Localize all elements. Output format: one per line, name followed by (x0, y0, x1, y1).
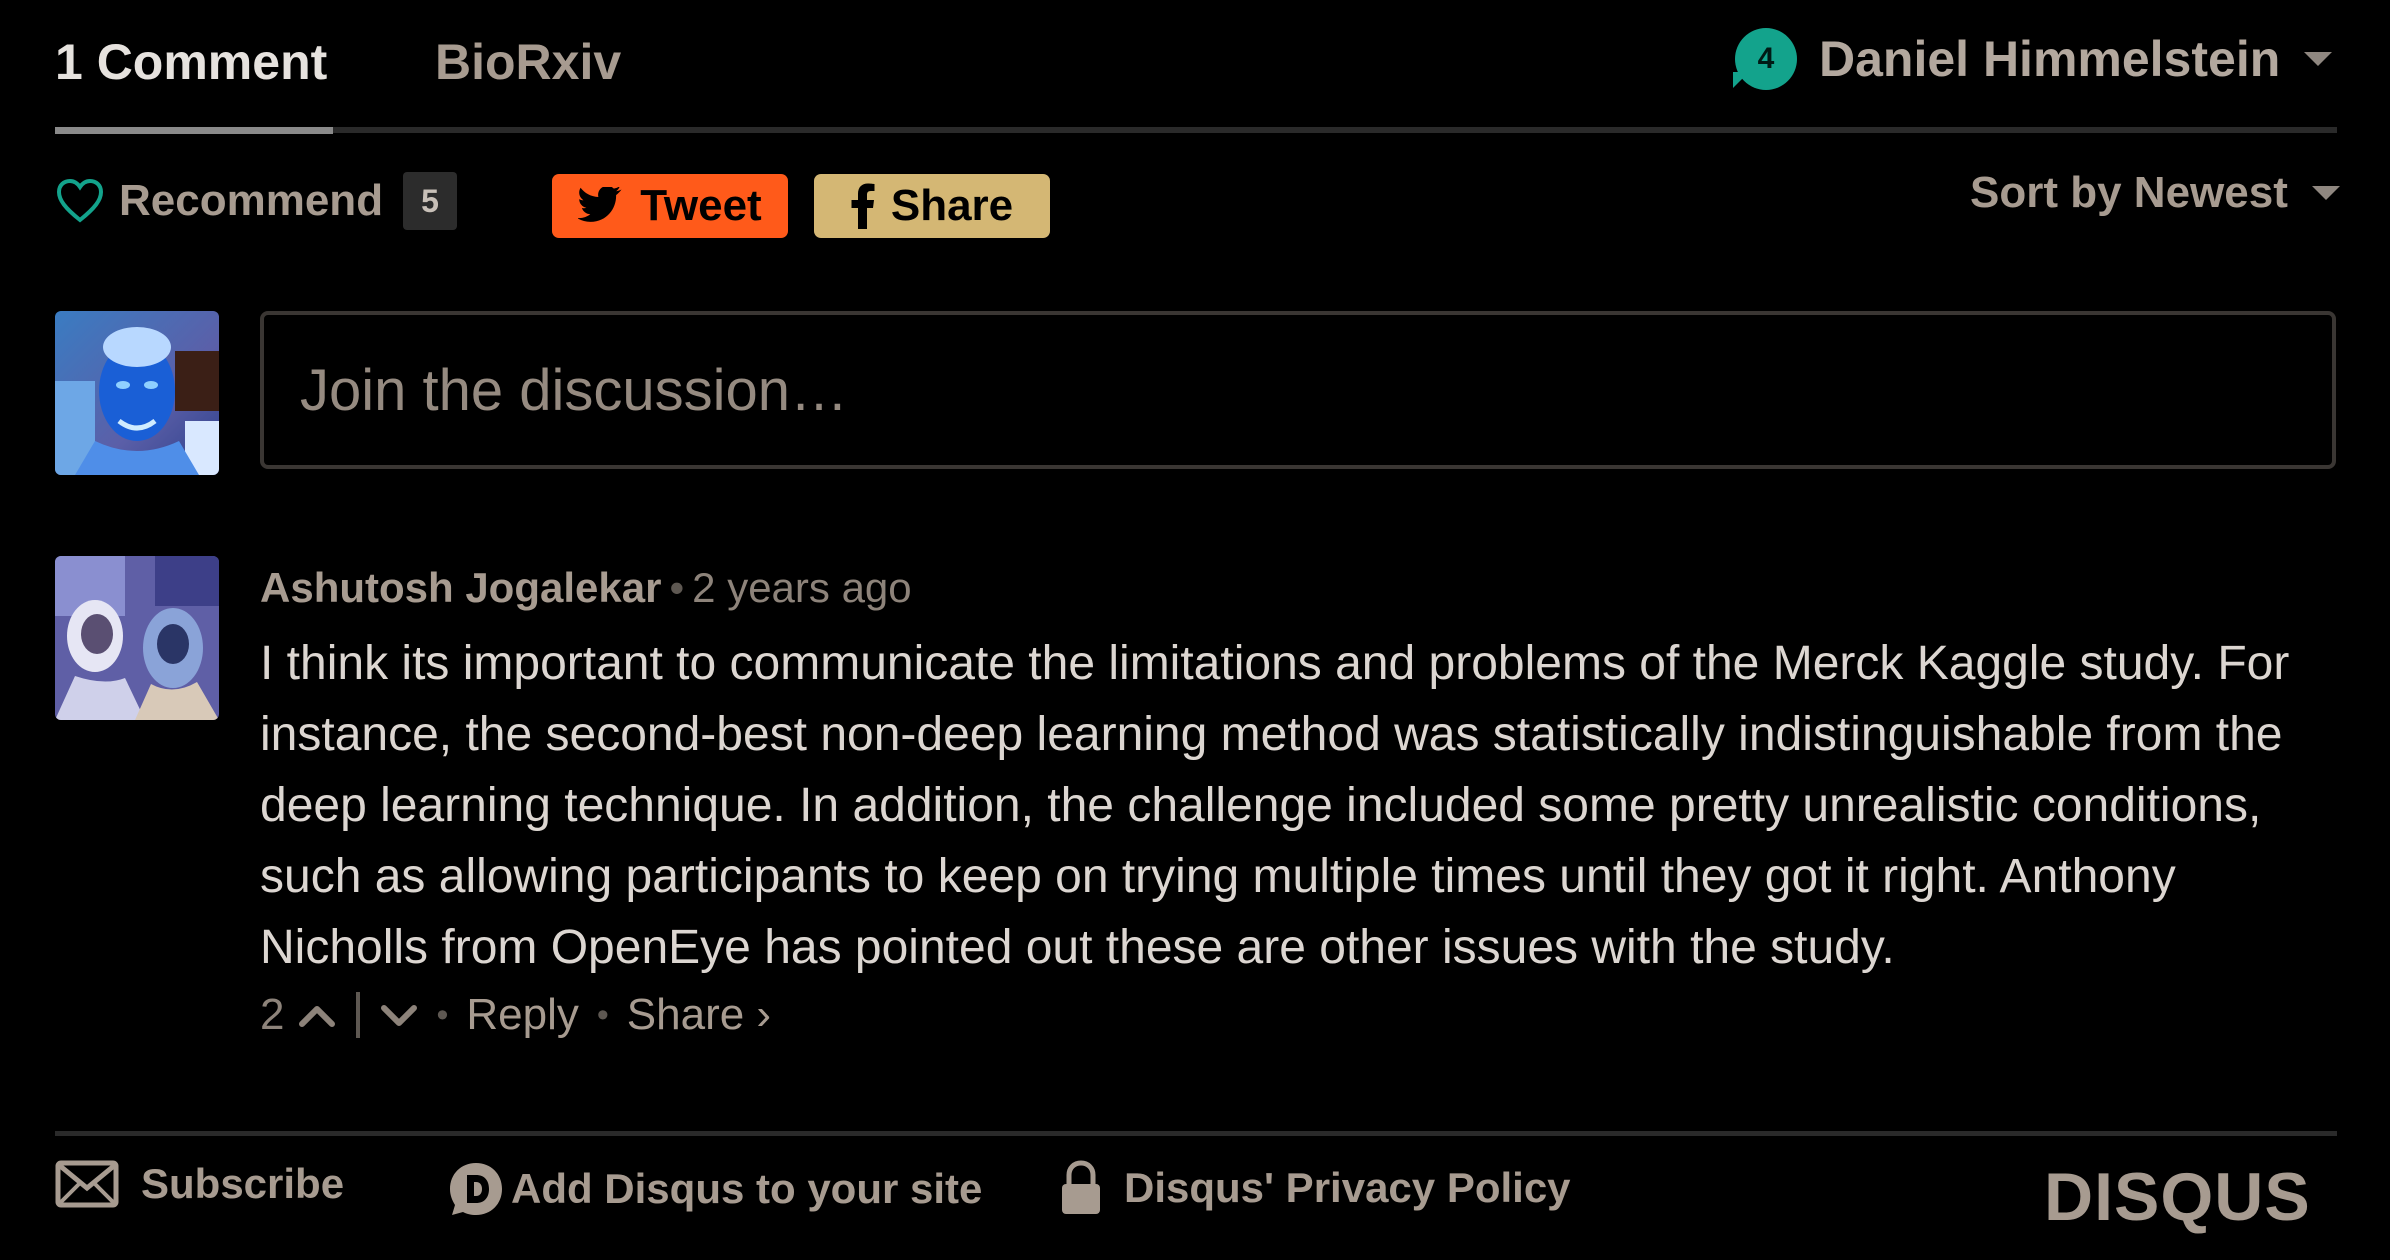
lock-icon (1062, 1160, 1100, 1214)
tweet-button[interactable]: Tweet (552, 174, 788, 238)
upvote-icon[interactable] (298, 1002, 336, 1028)
privacy-policy-link[interactable]: Disqus' Privacy Policy (1060, 1160, 1571, 1216)
facebook-icon (851, 183, 875, 229)
comment-author-avatar[interactable] (55, 556, 219, 720)
tab-comments[interactable]: 1 Comment (55, 30, 327, 94)
avatar-image (55, 556, 219, 720)
vote-divider (356, 992, 361, 1038)
facebook-share-button[interactable]: Share (814, 174, 1050, 238)
chevron-down-icon[interactable] (2304, 52, 2333, 66)
tabbar-divider (55, 127, 2337, 133)
disqus-d-icon (450, 1163, 502, 1215)
twitter-icon (578, 187, 622, 222)
comment-input[interactable] (260, 311, 2336, 469)
reply-link[interactable]: Reply (466, 990, 579, 1040)
subscribe-link[interactable]: Subscribe (55, 1160, 344, 1208)
tweet-label: Tweet (640, 181, 762, 230)
comment-share-link[interactable]: Share › (627, 990, 771, 1040)
tab-forum[interactable]: BioRxiv (435, 30, 621, 94)
heart-icon (56, 178, 104, 223)
share-label: Share (890, 181, 1014, 230)
active-tab-indicator (55, 127, 333, 134)
vote-count: 2 (260, 990, 285, 1039)
footer-divider (55, 1131, 2337, 1136)
add-disqus-link[interactable]: Add Disqus to your site (447, 1160, 982, 1218)
envelope-icon (55, 1160, 119, 1208)
comment-meta: Ashutosh Jogalekar • 2 years ago (260, 558, 912, 618)
privacy-label: Disqus' Privacy Policy (1124, 1164, 1571, 1211)
footer-separator: • (436, 995, 449, 1034)
comment-time[interactable]: 2 years ago (692, 564, 911, 611)
subscribe-label: Subscribe (141, 1160, 345, 1207)
user-menu[interactable]: 4 Daniel Himmelstein (1733, 28, 2333, 90)
current-user-avatar[interactable] (55, 311, 219, 475)
recommend-count: 5 (403, 172, 458, 230)
sort-dropdown[interactable]: Sort by Newest (1970, 168, 2340, 218)
add-disqus-label: Add Disqus to your site (511, 1165, 983, 1212)
recommend-label: Recommend (119, 176, 384, 225)
disqus-logo[interactable]: DISQUS (2044, 1158, 2311, 1236)
meta-separator: • (669, 564, 685, 611)
chevron-down-icon (2311, 186, 2340, 200)
avatar-image (55, 311, 219, 475)
footer-separator: • (596, 995, 609, 1034)
notification-badge[interactable]: 4 (1733, 28, 1797, 90)
recommend-button[interactable]: Recommend 5 (55, 172, 458, 230)
comment-footer: 2 • Reply • Share › (260, 990, 771, 1040)
user-name[interactable]: Daniel Himmelstein (1819, 30, 2280, 88)
downvote-icon[interactable] (380, 1002, 418, 1028)
comment-body: I think its important to communicate the… (260, 637, 2290, 974)
sort-label: Sort by Newest (1970, 168, 2288, 217)
comment-author[interactable]: Ashutosh Jogalekar (260, 564, 661, 611)
